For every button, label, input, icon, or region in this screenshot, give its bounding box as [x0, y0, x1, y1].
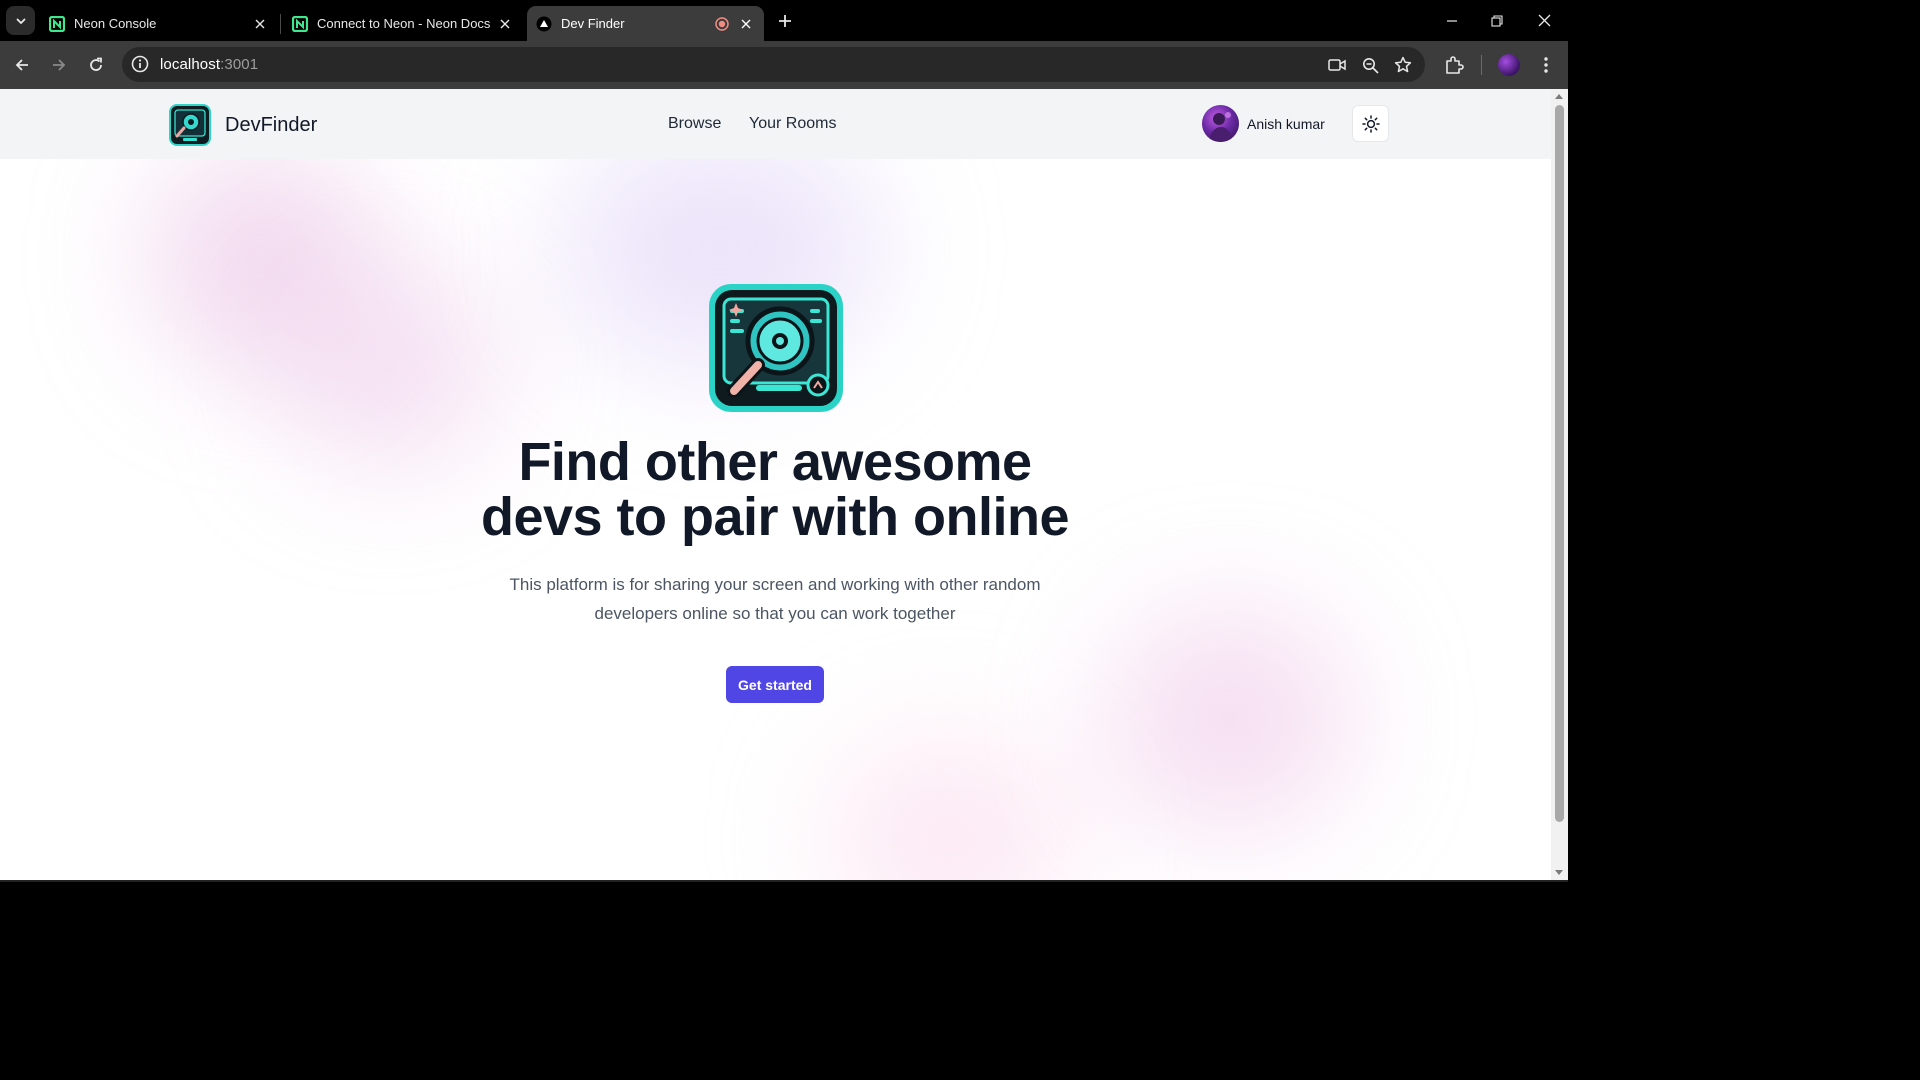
nav-browse-link[interactable]: Browse — [668, 115, 721, 133]
browser-tab-neon-console[interactable]: Neon Console — [40, 6, 278, 41]
minimize-icon — [1447, 19, 1457, 22]
sun-icon — [1361, 114, 1380, 133]
page-scrollbar[interactable] — [1551, 89, 1568, 880]
browser-tab-dev-finder[interactable]: Dev Finder — [527, 6, 764, 41]
hero-title-line: devs to pair with online — [480, 487, 1070, 547]
window-bottom-edge — [0, 880, 1568, 882]
close-tab-icon[interactable] — [252, 16, 268, 32]
hero-title-line: Find other awesome — [518, 432, 1032, 492]
page-viewport: DevFinder Browse Your Rooms Anish kumar — [0, 89, 1551, 880]
extensions-puzzle-icon[interactable] — [1442, 53, 1466, 77]
arrow-right-icon — [53, 59, 66, 71]
user-name: Anish kumar — [1247, 115, 1325, 132]
get-started-button[interactable]: Get started — [726, 666, 824, 703]
tab-search-button[interactable] — [6, 6, 35, 35]
close-tab-icon[interactable] — [738, 16, 754, 32]
theme-toggle-button[interactable] — [1352, 105, 1389, 142]
neon-logo-icon — [292, 15, 308, 32]
browser-tab-bar: Neon Console Connect to Neon - Neon Docs… — [0, 0, 1568, 41]
zoom-icon[interactable] — [1360, 55, 1380, 75]
toolbar-divider — [1481, 55, 1482, 75]
background-blob — [830, 739, 1070, 880]
tab-title: Connect to Neon - Neon Docs — [317, 16, 491, 31]
scroll-down-icon[interactable] — [1555, 870, 1563, 875]
brand-name: DevFinder — [225, 113, 318, 136]
site-header: DevFinder Browse Your Rooms Anish kumar — [0, 89, 1551, 159]
profile-avatar[interactable] — [1498, 54, 1520, 76]
url-host: localhost — [160, 56, 221, 73]
browser-tab-neon-docs[interactable]: Connect to Neon - Neon Docs — [283, 6, 523, 41]
url-text[interactable]: localhost:3001 — [160, 56, 258, 73]
restore-icon — [1491, 14, 1503, 27]
user-menu[interactable]: Anish kumar — [1202, 105, 1325, 142]
scrollbar-thumb[interactable] — [1555, 105, 1564, 822]
nav-your-rooms-link[interactable]: Your Rooms — [749, 115, 836, 133]
close-tab-icon[interactable] — [497, 16, 513, 32]
plus-icon — [779, 15, 791, 27]
restore-button[interactable] — [1474, 0, 1520, 41]
hero-title: Find other awesome devs to pair with onl… — [375, 435, 1175, 545]
address-bar[interactable]: localhost:3001 — [122, 47, 1425, 82]
close-window-button[interactable] — [1521, 0, 1567, 41]
reload-icon — [90, 57, 102, 71]
scroll-up-icon[interactable] — [1555, 94, 1563, 99]
tab-title: Neon Console — [74, 16, 157, 31]
neon-logo-icon — [49, 15, 65, 32]
devfinder-hero-logo — [709, 284, 843, 412]
new-tab-button[interactable] — [773, 9, 797, 33]
site-info-icon[interactable] — [131, 55, 149, 73]
tab-separator — [280, 14, 281, 34]
triangle-logo-icon — [536, 16, 552, 32]
back-button[interactable] — [8, 51, 36, 79]
more-menu-icon[interactable] — [1534, 53, 1558, 77]
tab-title: Dev Finder — [561, 16, 625, 31]
minimize-button[interactable] — [1429, 0, 1475, 41]
browser-toolbar: localhost:3001 — [0, 41, 1568, 89]
hero-subtitle: This platform is for sharing your screen… — [509, 575, 1041, 623]
bookmark-star-icon[interactable] — [1393, 55, 1413, 75]
recording-icon — [714, 16, 730, 32]
brand-link[interactable]: DevFinder — [169, 104, 317, 146]
reload-button[interactable] — [82, 51, 110, 79]
url-port: :3001 — [220, 56, 259, 73]
chevron-down-icon — [16, 18, 25, 24]
close-icon — [1538, 14, 1550, 27]
camera-icon[interactable] — [1327, 55, 1347, 75]
arrow-left-icon — [15, 59, 28, 71]
background-blob — [1110, 609, 1350, 829]
avatar — [1202, 105, 1239, 142]
forward-button[interactable] — [45, 51, 73, 79]
devfinder-logo-icon — [169, 104, 211, 146]
